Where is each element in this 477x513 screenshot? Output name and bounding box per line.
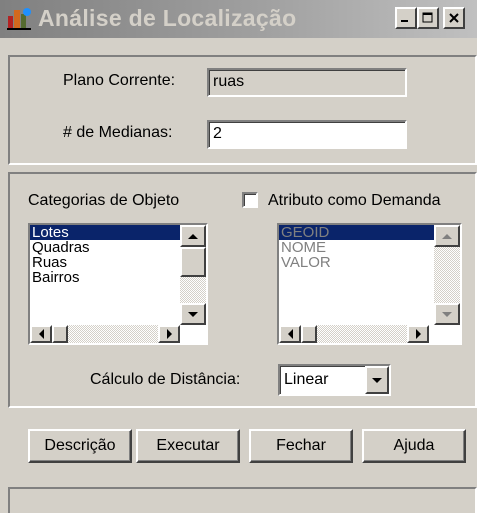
list-item[interactable]: Bairros [30, 270, 180, 285]
scroll-up-button[interactable] [180, 225, 206, 247]
chevron-up-icon [188, 233, 198, 239]
scroll-left-button[interactable] [30, 325, 52, 343]
scroll-down-button[interactable] [180, 303, 206, 325]
scroll-down-button[interactable] [434, 303, 460, 325]
execute-button[interactable]: Executar [136, 429, 240, 463]
distance-calc-select[interactable]: Linear [278, 364, 391, 396]
chevron-down-icon [442, 311, 452, 317]
window-title: Análise de Localização [38, 5, 297, 31]
list-item[interactable]: Lotes [30, 225, 180, 240]
list-item[interactable]: GEOID [279, 225, 434, 240]
title-bar[interactable]: Análise de Localização [0, 0, 477, 38]
vertical-scroll-track[interactable] [180, 247, 206, 303]
dropdown-button[interactable] [365, 366, 389, 394]
maximize-icon [422, 12, 433, 23]
maximize-button[interactable] [417, 7, 439, 29]
close-icon [449, 13, 459, 23]
app-icon [7, 8, 31, 30]
horizontal-scroll-track[interactable] [301, 325, 407, 343]
vertical-scroll-thumb[interactable] [180, 247, 206, 277]
scroll-right-button[interactable] [407, 325, 429, 343]
list-item[interactable]: NOME [279, 240, 434, 255]
chevron-left-icon [38, 329, 44, 339]
scroll-right-button[interactable] [158, 325, 180, 343]
object-categories-label: Categorias de Objeto [28, 192, 180, 209]
chevron-left-icon [287, 329, 293, 339]
current-plan-value: ruas [213, 73, 245, 90]
current-plan-field: ruas [207, 68, 407, 97]
horizontal-scroll-thumb[interactable] [301, 325, 317, 343]
attribute-demand-checkbox[interactable] [242, 192, 258, 208]
horizontal-scroll-track[interactable] [52, 325, 158, 343]
minimize-button[interactable] [395, 7, 417, 29]
close-dialog-button[interactable]: Fechar [249, 429, 353, 463]
close-button[interactable] [443, 7, 465, 29]
attribute-demand-label: Atributo como Demanda [268, 192, 441, 209]
object-categories-listbox[interactable]: Lotes Quadras Ruas Bairros [28, 223, 208, 345]
scroll-up-button[interactable] [434, 225, 460, 247]
help-button[interactable]: Ajuda [362, 429, 466, 463]
chevron-up-icon [442, 233, 452, 239]
list-item[interactable]: Quadras [30, 240, 180, 255]
description-button[interactable]: Descrição [28, 429, 132, 463]
attribute-listbox[interactable]: GEOID NOME VALOR [277, 223, 462, 345]
scroll-left-button[interactable] [279, 325, 301, 343]
vertical-scroll-track[interactable] [434, 247, 460, 303]
minimize-icon [401, 20, 408, 22]
distance-calc-value: Linear [284, 371, 329, 388]
chevron-down-icon [188, 311, 198, 317]
current-plan-label: Plano Corrente: [63, 72, 176, 89]
chevron-down-icon [372, 377, 382, 383]
medians-input[interactable]: 2 [207, 120, 407, 149]
medians-value: 2 [213, 125, 222, 142]
distance-calc-label: Cálculo de Distância: [90, 371, 241, 388]
chevron-right-icon [166, 329, 172, 339]
status-bar [8, 487, 477, 513]
chevron-right-icon [415, 329, 421, 339]
horizontal-scroll-thumb[interactable] [52, 325, 68, 343]
list-item[interactable]: Ruas [30, 255, 180, 270]
list-item[interactable]: VALOR [279, 255, 434, 270]
medians-label: # de Medianas: [63, 124, 173, 141]
